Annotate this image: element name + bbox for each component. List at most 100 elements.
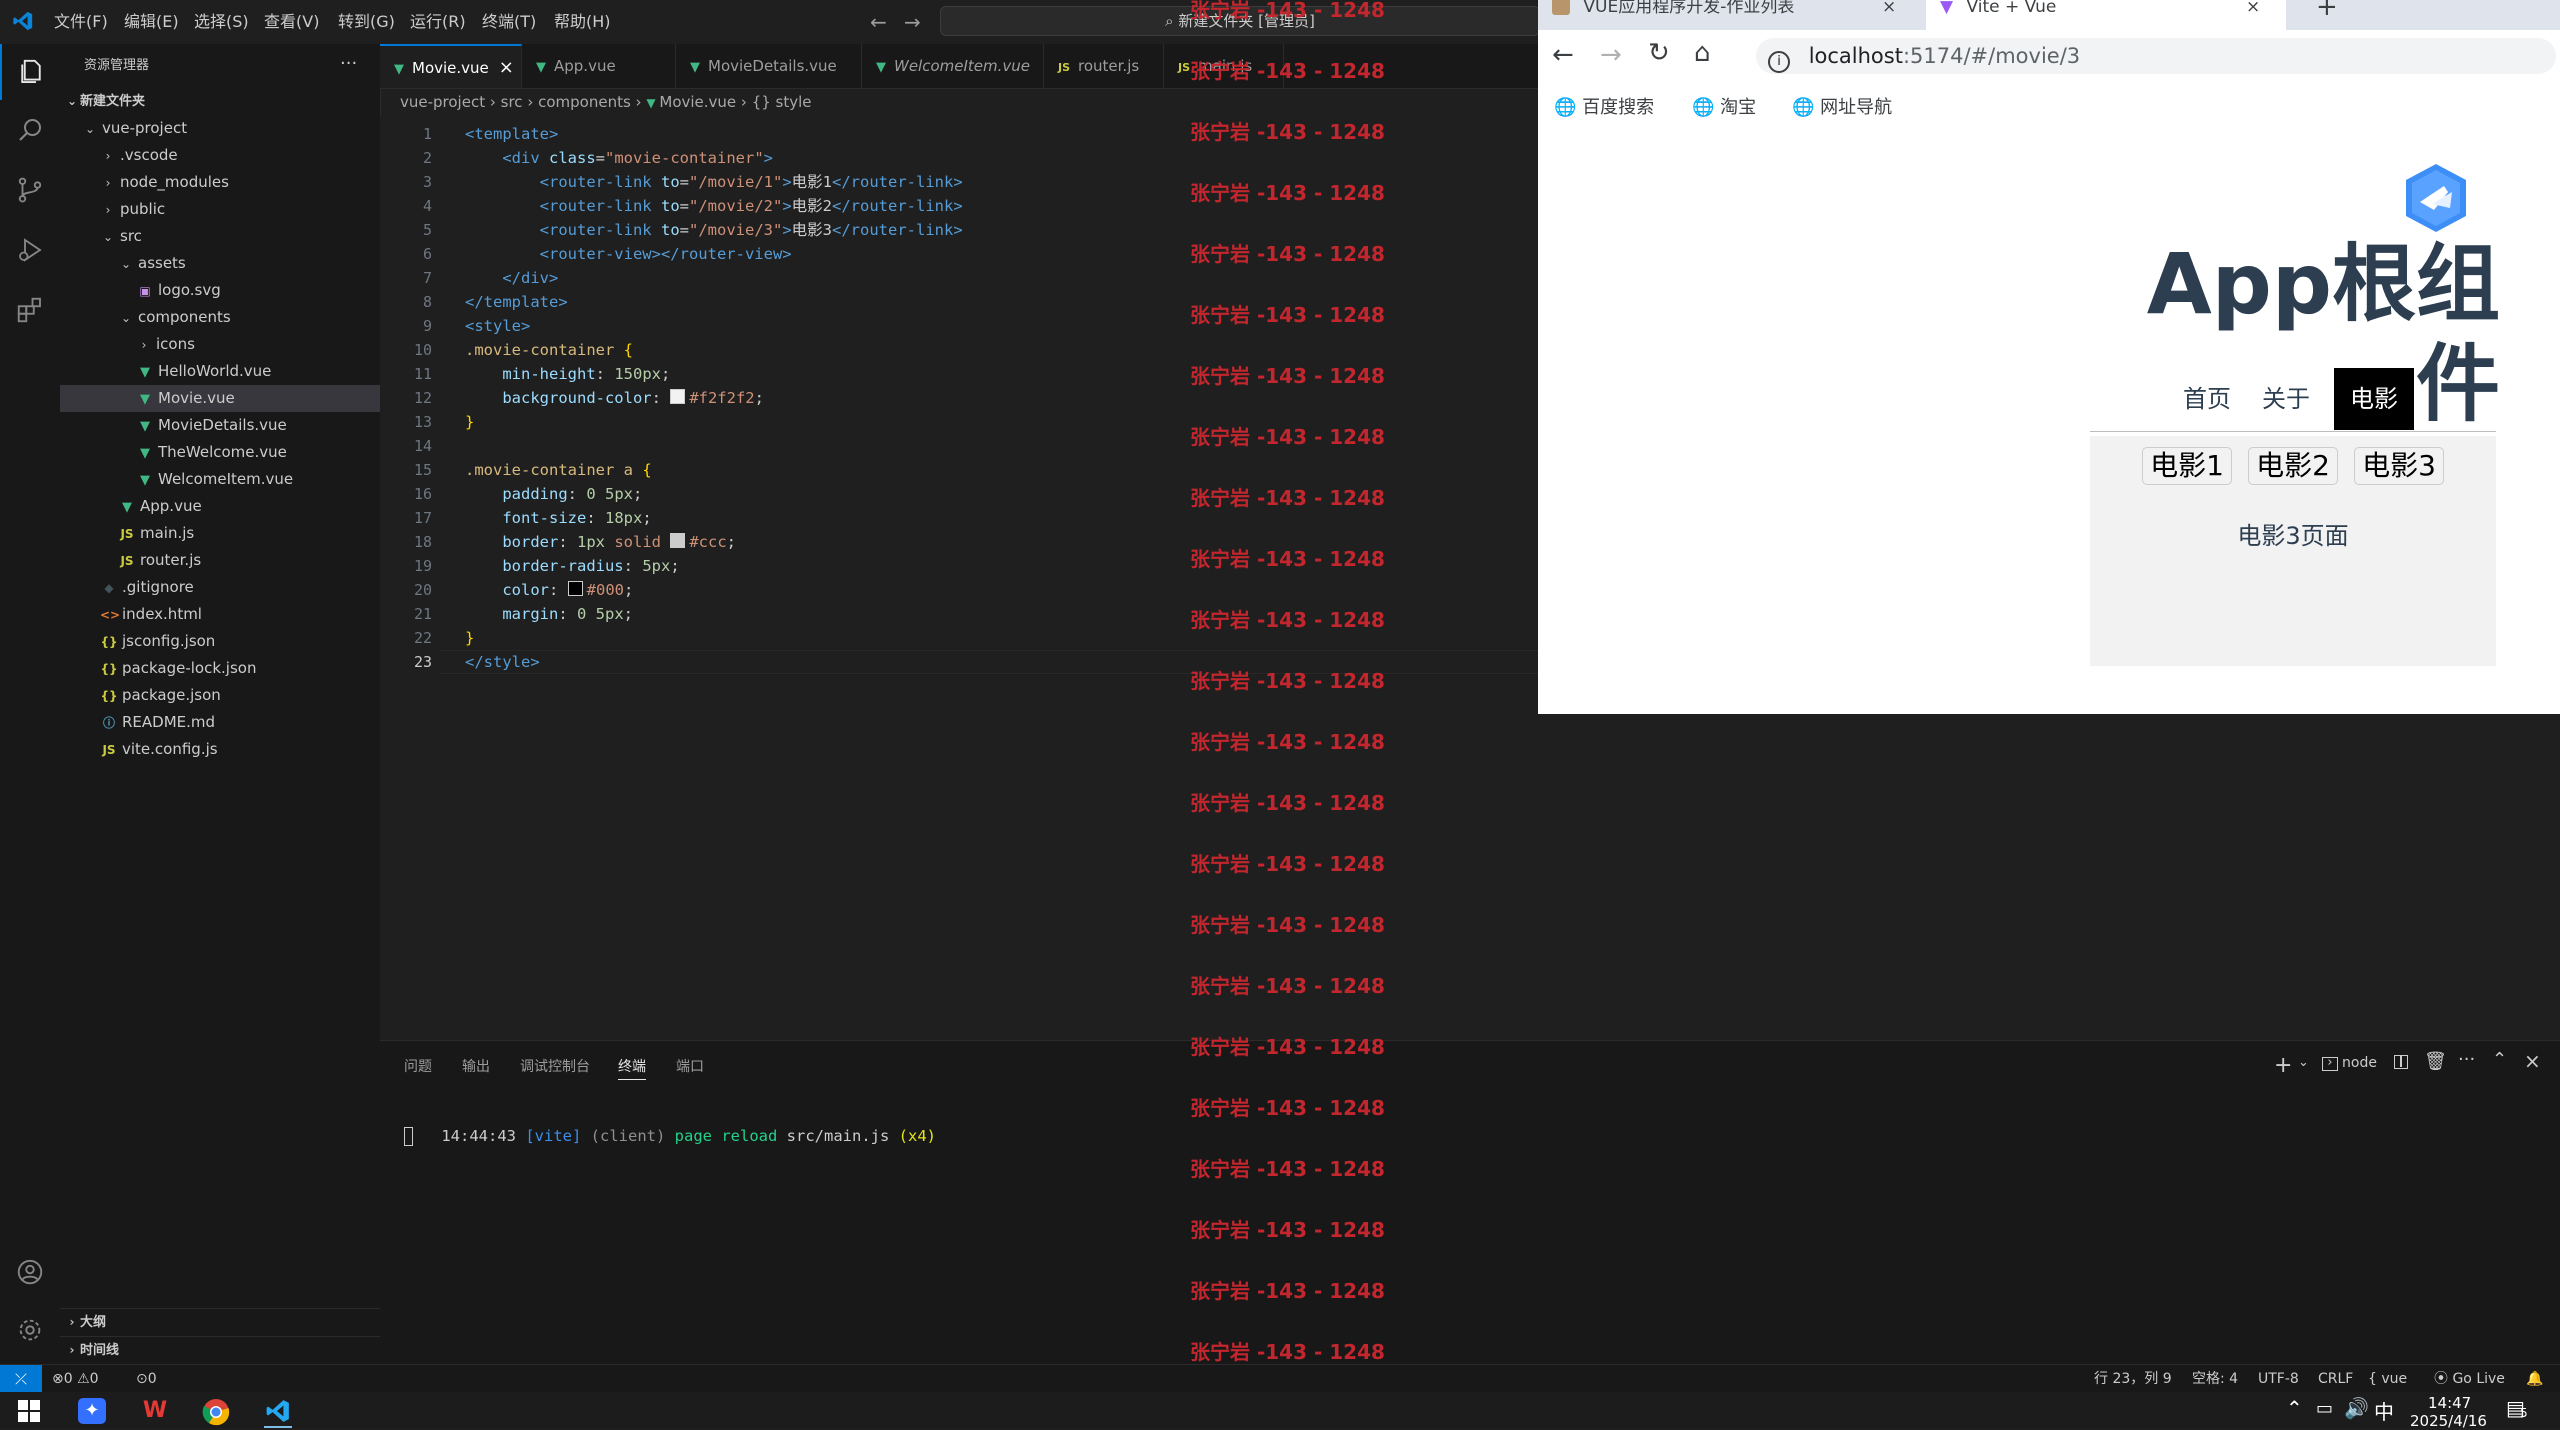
account-icon[interactable] [0, 1244, 60, 1300]
tree-item[interactable]: ⌄ src [60, 223, 380, 250]
close-tab-icon[interactable]: × [1882, 0, 1896, 22]
wps-app-icon[interactable]: W [140, 1398, 170, 1424]
bookmark-nav[interactable]: 🌐 网址导航 [1792, 96, 1892, 120]
tree-item[interactable]: <> index.html [60, 601, 380, 628]
more-actions-icon[interactable]: ··· [2458, 1049, 2475, 1070]
nav-link[interactable]: 电影 [2334, 368, 2414, 430]
workspace-root[interactable]: ⌄ 新建文件夹 [60, 88, 380, 115]
color-swatch[interactable] [670, 533, 686, 548]
bookmark-taobao[interactable]: 🌐 淘宝 [1692, 96, 1756, 120]
tree-item[interactable]: ▼ HelloWorld.vue [60, 358, 380, 385]
feishu-app-icon[interactable]: ✦ [78, 1398, 106, 1424]
tree-item[interactable]: JS main.js [60, 520, 380, 547]
tray-chevron-up-icon[interactable]: ⌃ [2286, 1396, 2303, 1420]
explorer-icon[interactable] [0, 44, 60, 100]
color-swatch[interactable] [670, 389, 686, 404]
back-arrow-icon[interactable]: ← [1552, 40, 1574, 70]
taskbar-time[interactable]: 14:47 [2428, 1394, 2471, 1412]
tree-item[interactable]: ▣ logo.svg [60, 277, 380, 304]
ime-indicator[interactable]: 中 [2374, 1396, 2394, 1425]
tree-item[interactable]: ▼ MovieDetails.vue [60, 412, 380, 439]
menu-item[interactable]: 查看(V) [264, 0, 319, 44]
menu-item[interactable]: 转到(G) [338, 0, 395, 44]
nav-link[interactable]: 关于 [2254, 368, 2318, 430]
indentation[interactable]: 空格: 4 [2192, 1365, 2238, 1393]
explorer-more-icon[interactable]: ··· [340, 44, 357, 88]
editor-tab[interactable]: ▼ WelcomeItem.vue [862, 44, 1044, 88]
tree-item[interactable]: {} package-lock.json [60, 655, 380, 682]
menu-item[interactable]: 终端(T) [482, 0, 536, 44]
close-tab-icon[interactable]: × [2246, 0, 2260, 22]
maximize-panel-icon[interactable]: ⌃ [2492, 1049, 2507, 1070]
bookmark-baidu[interactable]: 🌐 百度搜索 [1554, 96, 1654, 120]
nav-link[interactable]: 首页 [2176, 368, 2238, 430]
tree-item[interactable]: {} jsconfig.json [60, 628, 380, 655]
search-icon[interactable] [0, 102, 60, 158]
outline-section[interactable]: › 大纲 [60, 1308, 380, 1336]
movie-link[interactable]: 电影2 [2248, 447, 2338, 485]
color-swatch[interactable] [567, 581, 583, 596]
close-tab-icon[interactable]: × [499, 57, 514, 78]
chevron-down-icon[interactable]: ⌄ [2298, 1055, 2309, 1070]
tree-item[interactable]: ⌄ components [60, 304, 380, 331]
settings-gear-icon[interactable] [0, 1302, 60, 1358]
editor-tab[interactable]: ▼ App.vue [522, 44, 676, 88]
editor-tab[interactable]: ▼ Movie.vue × [380, 44, 522, 88]
home-icon[interactable]: ⌂ [1694, 38, 1711, 68]
new-tab-icon[interactable]: + [2316, 0, 2338, 30]
extensions-icon[interactable] [0, 282, 60, 338]
tree-item[interactable]: › .vscode [60, 142, 380, 169]
tree-item[interactable]: ⌄ assets [60, 250, 380, 277]
tree-item[interactable]: ▼ Movie.vue [60, 385, 380, 412]
panel-tab[interactable]: 终端 [618, 1055, 646, 1080]
terminal-shell-label[interactable]: node [2342, 1055, 2377, 1071]
line-ending[interactable]: CRLF [2318, 1365, 2353, 1393]
address-bar[interactable]: i localhost:5174/#/movie/3 [1756, 38, 2556, 74]
menu-item[interactable]: 文件(F) [54, 0, 108, 44]
browser-tab-homework[interactable]: VUE应用程序开发-作业列表 × [1552, 0, 1912, 30]
menu-item[interactable]: 运行(R) [410, 0, 466, 44]
breadcrumb-item[interactable]: src [501, 93, 523, 111]
tree-item[interactable]: ▼ WelcomeItem.vue [60, 466, 380, 493]
tree-item[interactable]: JS router.js [60, 547, 380, 574]
timeline-section[interactable]: › 时间线 [60, 1336, 380, 1364]
breadcrumb-item[interactable]: vue-project [400, 93, 485, 111]
cursor-position[interactable]: 行 23，列 9 [2094, 1365, 2172, 1393]
movie-link[interactable]: 电影1 [2142, 447, 2232, 485]
windows-start-icon[interactable] [18, 1400, 40, 1422]
menu-item[interactable]: 编辑(E) [124, 0, 179, 44]
chrome-app-icon[interactable] [202, 1398, 230, 1426]
tree-item[interactable]: › node_modules [60, 169, 380, 196]
tree-item[interactable]: › icons [60, 331, 380, 358]
tree-item[interactable]: {} package.json [60, 682, 380, 709]
breadcrumb-item[interactable]: {} style [752, 93, 812, 111]
go-live[interactable]: ⦿ Go Live [2434, 1365, 2505, 1393]
taskbar-date[interactable]: 2025/4/16 [2410, 1412, 2487, 1430]
tree-item[interactable]: ⓘ README.md [60, 709, 380, 736]
trash-icon[interactable]: 🗑 [2424, 1051, 2447, 1072]
new-terminal-icon[interactable]: + [2274, 1053, 2292, 1078]
breadcrumb-item[interactable]: Movie.vue [659, 93, 736, 111]
tree-item[interactable]: ▼ App.vue [60, 493, 380, 520]
tree-item[interactable]: ⌄ vue-project [60, 115, 380, 142]
encoding[interactable]: UTF-8 [2258, 1365, 2299, 1393]
close-panel-icon[interactable]: × [2524, 1049, 2541, 1073]
menu-item[interactable]: 选择(S) [194, 0, 249, 44]
bell-icon[interactable]: 🔔 [2526, 1365, 2543, 1393]
forward-arrow-icon[interactable]: → [1600, 40, 1622, 70]
run-debug-icon[interactable] [0, 222, 60, 278]
vscode-app-icon[interactable] [264, 1398, 292, 1428]
editor-tab[interactable]: JS router.js [1044, 44, 1164, 88]
tree-item[interactable]: ▼ TheWelcome.vue [60, 439, 380, 466]
tree-item[interactable]: ◆ .gitignore [60, 574, 380, 601]
remote-icon[interactable]: ⤫ [0, 1365, 42, 1393]
breadcrumb-item[interactable]: components [538, 93, 631, 111]
source-control-icon[interactable] [0, 162, 60, 218]
panel-tab[interactable]: 问题 [404, 1055, 432, 1079]
network-icon[interactable]: ▭ [2316, 1398, 2333, 1419]
panel-tab[interactable]: 输出 [462, 1055, 490, 1079]
nav-back-icon[interactable]: ← [870, 10, 887, 34]
movie-link[interactable]: 电影3 [2354, 447, 2444, 485]
language-mode[interactable]: { vue [2368, 1365, 2407, 1393]
browser-tab-vite[interactable]: ▼ Vite + Vue × [1926, 0, 2286, 30]
